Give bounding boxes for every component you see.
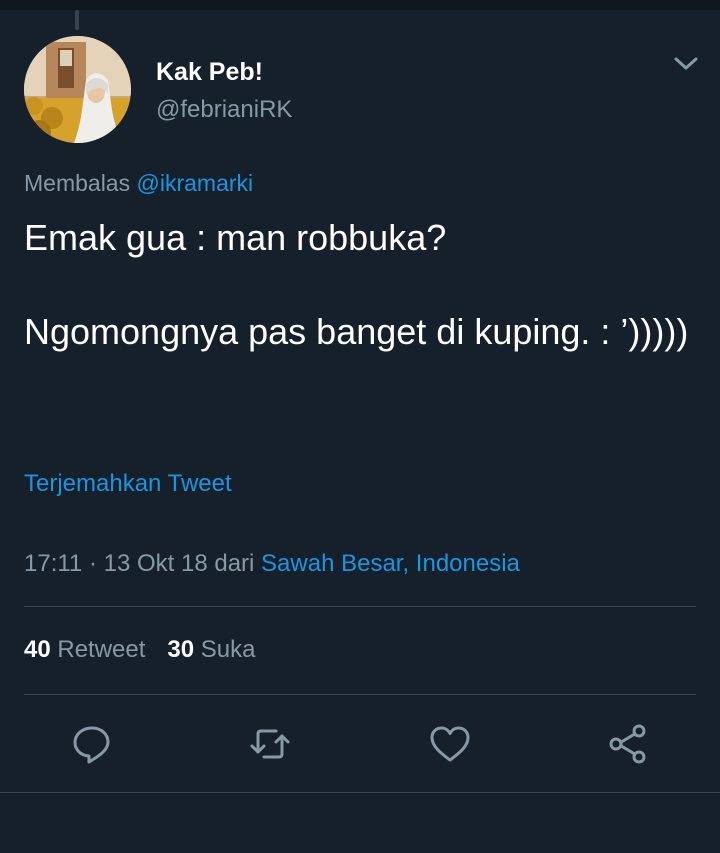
like-icon	[430, 726, 470, 762]
top-band	[0, 0, 720, 10]
like-button[interactable]	[428, 722, 472, 766]
reply-mention-link[interactable]: @ikramarki	[137, 170, 254, 196]
share-icon	[609, 724, 646, 764]
divider	[24, 694, 696, 695]
divider	[24, 606, 696, 607]
reply-icon	[73, 726, 110, 764]
retweet-button[interactable]	[248, 722, 292, 766]
share-button[interactable]	[606, 722, 650, 766]
timestamp[interactable]: 17:11 · 13 Okt 18	[24, 550, 208, 577]
retweet-count: 40	[24, 636, 51, 663]
like-stat[interactable]: 30 Suka	[167, 636, 255, 663]
tweet-text: Emak gua : man robbuka? Ngomongnya pas b…	[24, 217, 689, 352]
reply-prefix: Membalas	[24, 170, 131, 196]
user-handle[interactable]: @febrianiRK	[156, 96, 292, 124]
tweet-metadata: 17:11 · 13 Okt 18 dari Sawah Besar, Indo…	[24, 550, 520, 578]
retweet-stat[interactable]: 40 Retweet	[24, 636, 145, 663]
via-prefix: dari	[214, 550, 255, 577]
like-count: 30	[167, 636, 195, 663]
reply-button[interactable]	[70, 722, 114, 766]
avatar-image	[24, 36, 131, 143]
engagement-stats: 40 Retweet 30 Suka	[24, 636, 256, 664]
thread-connector-line	[75, 10, 79, 30]
avatar[interactable]	[24, 36, 131, 143]
divider	[0, 792, 720, 793]
location-link[interactable]: Sawah Besar, Indonesia	[261, 550, 520, 577]
reply-context: Membalas @ikramarki	[24, 170, 253, 197]
chevron-down-icon[interactable]	[672, 54, 700, 74]
translate-tweet-link[interactable]: Terjemahkan Tweet	[24, 470, 232, 498]
display-name[interactable]: Kak Peb!	[156, 58, 263, 87]
retweet-label: Retweet	[57, 636, 146, 663]
retweet-icon	[250, 729, 290, 759]
like-label: Suka	[200, 636, 256, 663]
